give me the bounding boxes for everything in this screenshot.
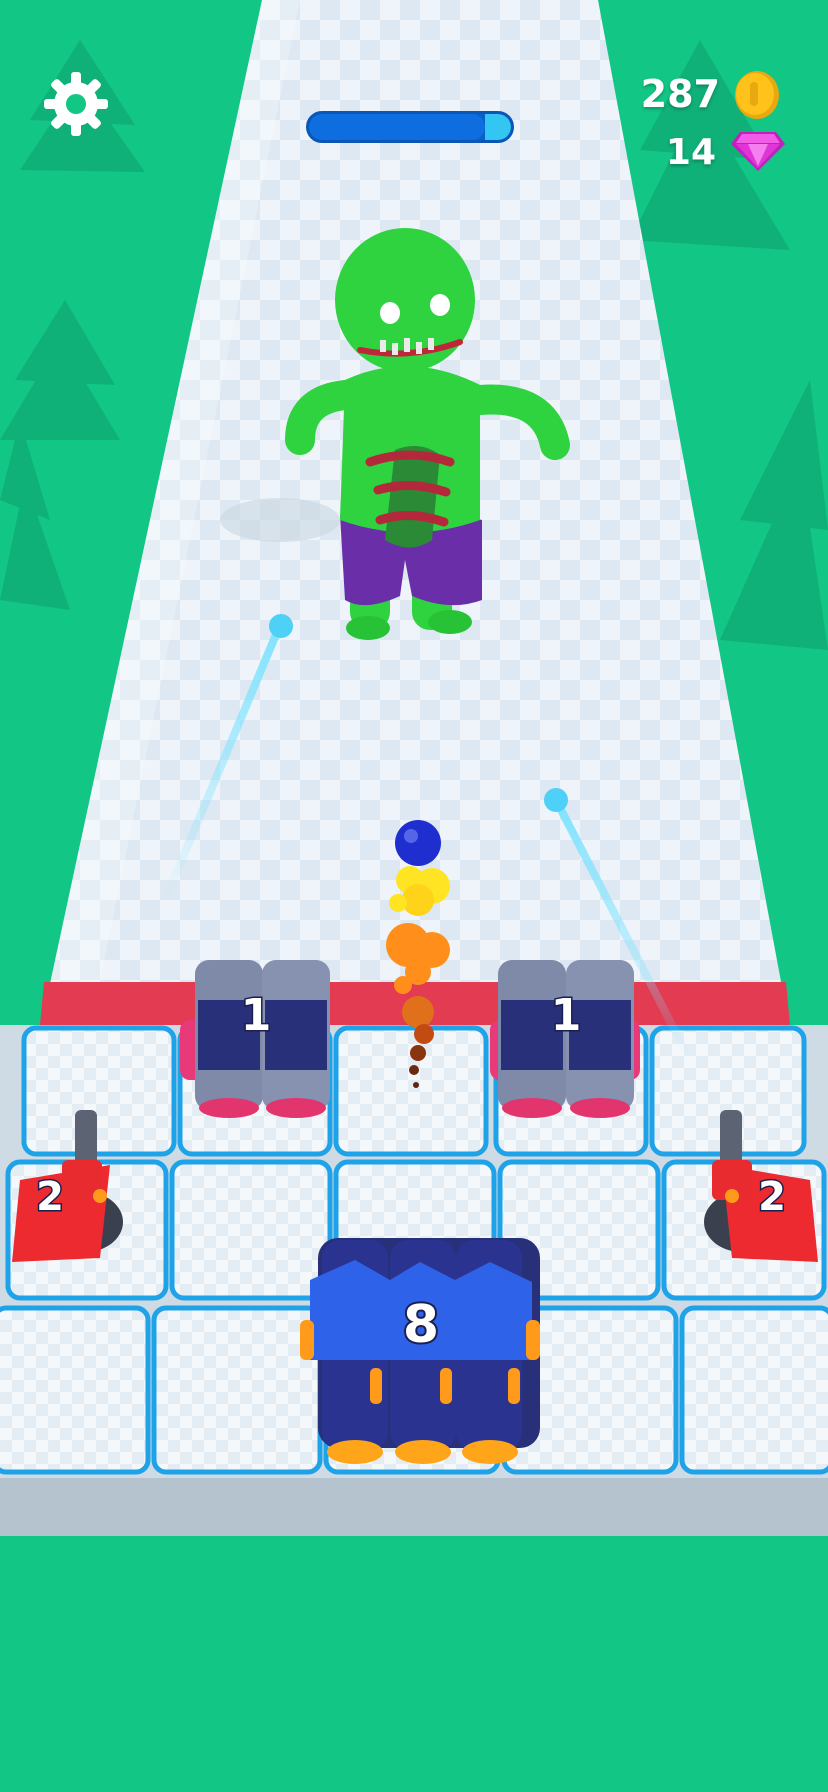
grid-front-edge [0,1478,828,1538]
grid-tile[interactable] [679,1305,828,1475]
settings-button[interactable] [40,68,112,140]
grid-tile[interactable] [0,1305,151,1475]
boss-health-tail [484,114,511,140]
grid-tile[interactable] [333,1025,489,1157]
gem-count: 14 [665,132,716,173]
weapon-level-badge: 8 [403,1295,439,1355]
boss-health-bar [306,111,514,143]
game-scene: 1 1 2 2 8 [0,0,828,1792]
grid-tile[interactable] [21,1025,177,1157]
grid-tile[interactable] [151,1305,323,1475]
weapon-level-badge: 1 [551,990,582,1041]
gear-icon [44,72,108,136]
weapon-level-badge: 2 [758,1174,786,1220]
weapon-level-badge: 2 [36,1174,64,1220]
coin-count: 287 [640,72,720,116]
gem-icon [731,132,785,171]
grid-tile[interactable] [169,1159,333,1301]
weapon-level-badge: 1 [241,990,272,1041]
boss-health-fill [309,114,485,140]
coin-icon [735,71,779,119]
